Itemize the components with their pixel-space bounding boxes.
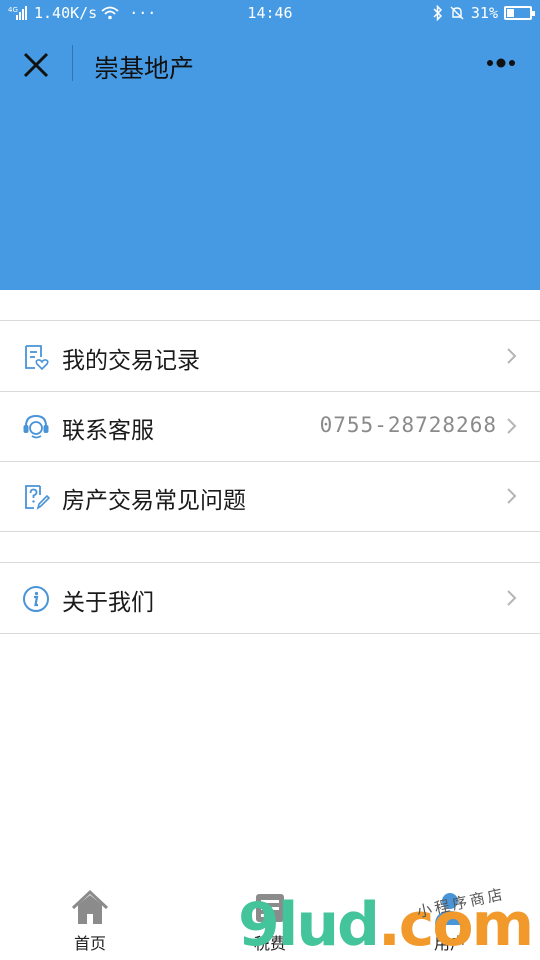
menu-item-contact-service[interactable]: 联系客服 0755-28728268 <box>0 391 540 461</box>
mute-bell-icon <box>450 6 464 20</box>
more-options-button[interactable] <box>486 55 520 71</box>
user-icon <box>435 893 465 925</box>
chevron-right-icon <box>507 418 517 434</box>
menu-group-about: 关于我们 <box>0 562 540 634</box>
customer-service-icon <box>23 414 49 439</box>
menu-item-label: 联系客服 <box>62 418 154 444</box>
battery-level-fill <box>507 9 514 17</box>
transaction-record-icon <box>25 345 49 371</box>
menu-item-label: 房产交易常见问题 <box>62 488 246 514</box>
tab-label: 税费 <box>253 934 286 953</box>
tab-label: 首页 <box>73 934 106 953</box>
tax-icon <box>256 894 284 922</box>
bluetooth-icon <box>433 5 442 21</box>
menu-item-label: 我的交易记录 <box>62 348 200 374</box>
close-icon <box>23 52 49 78</box>
chevron-right-icon <box>507 488 517 504</box>
menu-item-transaction-records[interactable]: 我的交易记录 <box>0 321 540 391</box>
phone-number: 0755-28728268 <box>319 413 497 437</box>
tab-label: 用户 <box>433 934 466 953</box>
status-bar: 4G 1.40K/s ··· 14:46 31% <box>0 0 540 27</box>
chevron-right-icon <box>507 348 517 364</box>
more-options-icon <box>487 58 515 68</box>
menu-item-label: 关于我们 <box>62 590 154 616</box>
bottom-tab-bar: 首页 税费 用户 <box>0 880 540 960</box>
menu-item-faq[interactable]: 房产交易常见问题 <box>0 461 540 531</box>
header-banner: 崇基地产 <box>0 27 540 290</box>
status-bar-right: 31% <box>433 4 535 22</box>
menu-item-about-us[interactable]: 关于我们 <box>0 563 540 633</box>
battery-percent: 31% <box>470 4 498 22</box>
page-title: 崇基地产 <box>94 54 195 83</box>
faq-icon <box>25 485 50 510</box>
tab-home[interactable]: 首页 <box>35 888 145 958</box>
tab-tax[interactable]: 税费 <box>215 888 325 958</box>
tab-user[interactable]: 用户 <box>395 888 505 958</box>
menu-group-main: 我的交易记录 联系客服 0755-28728268 房产交易常见问题 <box>0 320 540 532</box>
home-icon <box>71 889 109 924</box>
nav-divider <box>72 45 73 81</box>
close-button[interactable] <box>18 47 54 83</box>
chevron-right-icon <box>507 590 517 606</box>
info-icon <box>23 586 49 612</box>
battery-icon <box>504 6 535 20</box>
